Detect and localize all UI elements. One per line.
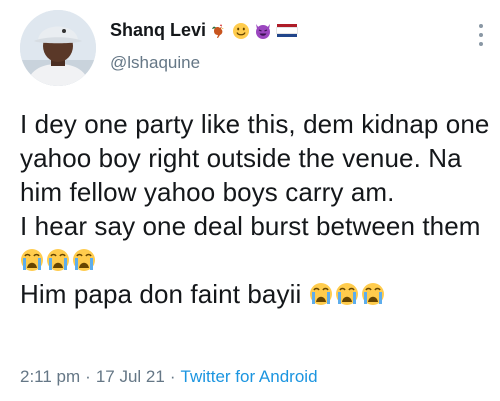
crying-emojis — [20, 245, 98, 275]
avatar-image — [20, 10, 96, 86]
crying-face-icon — [335, 283, 358, 305]
tweet-paragraph: I dey one party like this, dem kidnap on… — [20, 109, 490, 207]
tweet-card[interactable]: Shanq Levi @lshaquine I dey one party li… — [0, 0, 500, 401]
tweet-paragraph-2: I hear say one deal burst between them — [20, 209, 490, 277]
crying-face-icon — [21, 249, 43, 271]
crying-face-icon — [47, 249, 69, 271]
crying-emojis — [309, 279, 387, 309]
tweet-text: I dey one party like this, dem kidnap on… — [20, 107, 490, 311]
tweet-date[interactable]: 17 Jul 21 — [96, 367, 165, 386]
avatar[interactable] — [20, 10, 96, 86]
tweet-source-link[interactable]: Twitter for Android — [181, 367, 318, 386]
meta-separator: · — [85, 367, 91, 386]
display-name[interactable]: Shanq Levi — [110, 20, 206, 41]
tweet-paragraph-text: I hear say one deal burst between them — [20, 211, 481, 241]
crying-face-icon — [309, 283, 332, 305]
tweet-time[interactable]: 2:11 pm — [20, 367, 80, 386]
netherlands-flag-icon — [276, 23, 299, 38]
smiling-devil-icon — [256, 23, 271, 39]
author-name-row[interactable]: Shanq Levi — [110, 20, 299, 41]
crying-face-icon — [73, 249, 95, 271]
tweet-paragraph-3: Him papa don faint bayii — [20, 277, 490, 311]
username-handle[interactable]: @lshaquine — [110, 53, 200, 73]
smiling-face-icon — [233, 22, 250, 39]
meta-separator: · — [169, 367, 176, 386]
rooster-icon — [212, 23, 225, 38]
tweet-paragraph-text: Him papa don faint bayii — [20, 279, 302, 309]
tweet-meta: 2:11 pm · 17 Jul 21 · Twitter for Android — [20, 367, 318, 387]
more-options-icon[interactable] — [476, 24, 486, 46]
crying-face-icon — [361, 283, 384, 305]
